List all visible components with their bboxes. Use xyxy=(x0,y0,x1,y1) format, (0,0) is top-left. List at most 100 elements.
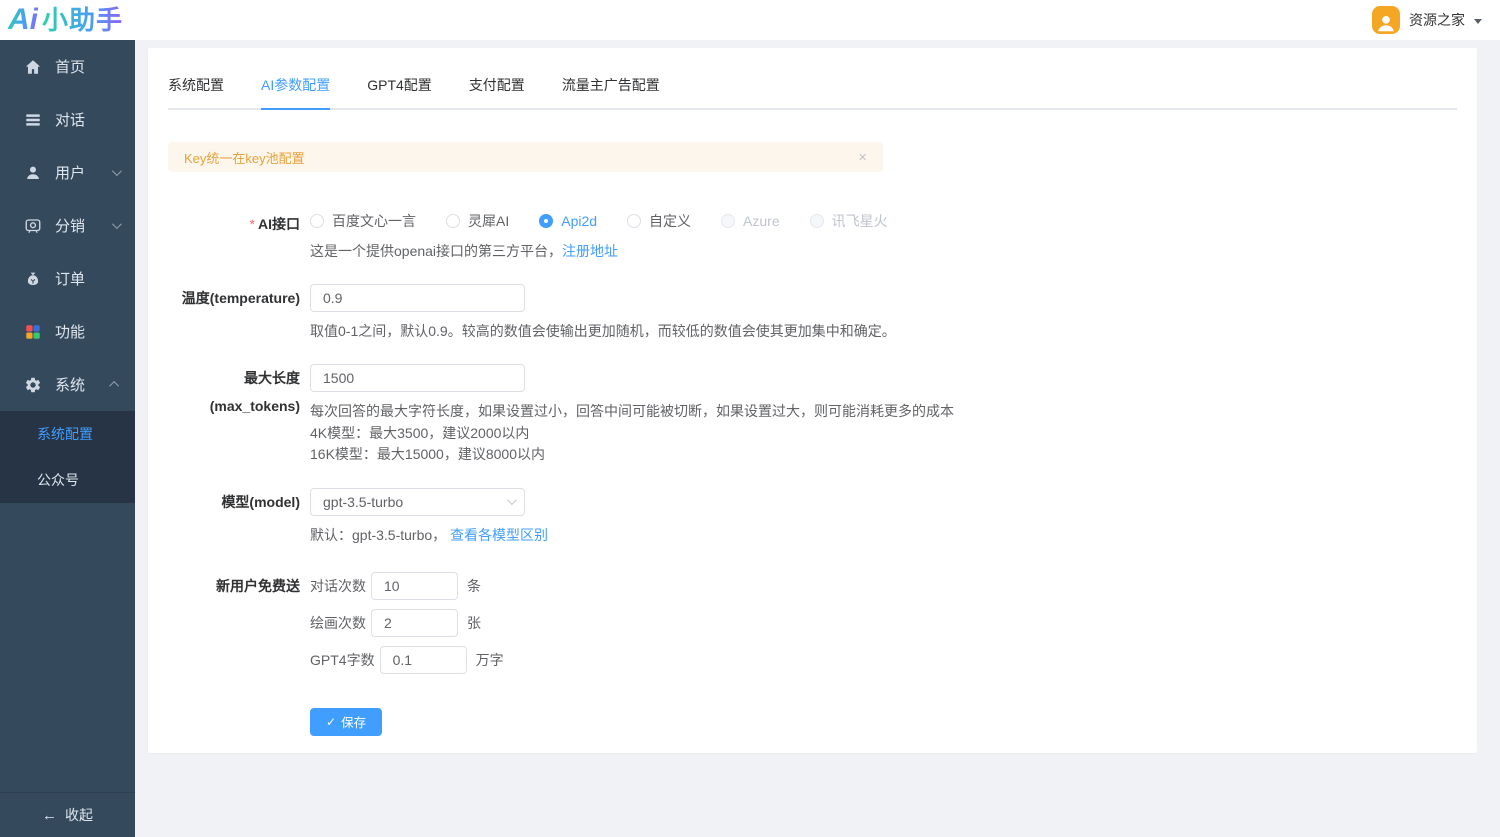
app-title: 小助手 xyxy=(42,2,123,38)
required-mark: * xyxy=(250,216,255,232)
model-select-value: gpt-3.5-turbo xyxy=(323,494,403,510)
apps-icon xyxy=(24,323,42,341)
tab-ai-params[interactable]: AI参数配置 xyxy=(261,66,330,108)
temperature-help: 取值0-1之间，默认0.9。较高的数值会使输出更加随机，而较低的数值会使其更加集… xyxy=(310,321,896,342)
logo-mark-icon: Ai xyxy=(8,2,38,38)
chevron-up-icon xyxy=(109,381,119,391)
sidebar-item-home[interactable]: 首页 xyxy=(0,40,135,93)
arrow-left-icon: ← xyxy=(42,807,57,824)
radio-baidu-wenxin[interactable]: 百度文心一言 xyxy=(310,211,416,231)
field-label: 模型(model) xyxy=(168,488,300,516)
max-tokens-input[interactable] xyxy=(310,364,525,392)
sidebar-item-label: 系统 xyxy=(55,374,85,395)
sidebar-item-label: 用户 xyxy=(55,162,85,183)
save-button-label: 保存 xyxy=(341,712,366,731)
max-tokens-help: 每次回答的最大字符长度，如果设置过小，回答中间可能被切断，如果设置过大，则可能消… xyxy=(310,401,954,466)
radio-api2d[interactable]: Api2d xyxy=(539,213,597,229)
user-icon xyxy=(24,164,42,182)
form-row-free-quota: 新用户免费送 对话次数 条 绘画次数 张 GPT4字数 xyxy=(168,572,1457,683)
top-header: Ai 小助手 资源之家 xyxy=(0,0,1500,40)
radio-circle-icon xyxy=(721,214,735,228)
form-row-max-tokens: 最大长度(max_tokens) 每次回答的最大字符长度，如果设置过小，回答中间… xyxy=(168,364,1457,466)
sidebar: 首页 对话 用户 分销 订单 功能 系统 xyxy=(0,40,135,837)
radio-xunfei-spark: 讯飞星火 xyxy=(810,211,888,231)
drawing-count-input[interactable] xyxy=(371,609,458,637)
sidebar-subitem-label: 系统配置 xyxy=(37,424,93,444)
sidebar-item-label: 功能 xyxy=(55,321,85,342)
radio-circle-icon xyxy=(810,214,824,228)
radio-custom[interactable]: 自定义 xyxy=(627,211,691,231)
form-row-ai-interface: *AI接口 百度文心一言 灵犀AI A xyxy=(168,210,1457,262)
sidebar-item-system[interactable]: 系统 xyxy=(0,358,135,411)
sidebar-subitem-official-account[interactable]: 公众号 xyxy=(0,457,135,503)
quota-row-dialog: 对话次数 条 xyxy=(310,572,504,600)
sidebar-item-label: 首页 xyxy=(55,56,85,77)
dialog-count-input[interactable] xyxy=(371,572,458,600)
sidebar-subitem-label: 公众号 xyxy=(37,470,79,490)
gpt4-words-input[interactable] xyxy=(380,646,467,674)
register-link[interactable]: 注册地址 xyxy=(562,243,618,259)
sidebar-subitem-system-config[interactable]: 系统配置 xyxy=(0,411,135,457)
gear-icon xyxy=(24,376,42,394)
chevron-down-icon xyxy=(112,219,122,229)
avatar xyxy=(1372,6,1400,34)
model-diff-link[interactable]: 查看各模型区别 xyxy=(450,527,548,543)
temperature-input[interactable] xyxy=(310,284,525,312)
form-row-temperature: 温度(temperature) 取值0-1之间，默认0.9。较高的数值会使输出更… xyxy=(168,284,1457,342)
distribution-icon xyxy=(24,217,42,235)
system-submenu: 系统配置 公众号 xyxy=(0,411,135,503)
radio-circle-icon xyxy=(627,214,641,228)
check-icon: ✓ xyxy=(326,715,336,729)
sidebar-item-users[interactable]: 用户 xyxy=(0,146,135,199)
tab-ad-config[interactable]: 流量主广告配置 xyxy=(562,66,660,108)
settings-card: 系统配置 AI参数配置 GPT4配置 支付配置 流量主广告配置 Key统一在ke… xyxy=(148,48,1477,753)
user-name: 资源之家 xyxy=(1409,10,1465,30)
user-menu[interactable]: 资源之家 xyxy=(1372,6,1482,34)
tab-system-config[interactable]: 系统配置 xyxy=(168,66,224,108)
save-button[interactable]: ✓ 保存 xyxy=(310,708,382,736)
collapse-label: 收起 xyxy=(65,805,93,825)
chevron-down-icon xyxy=(1474,19,1482,24)
ai-interface-help: 这是一个提供openai接口的第三方平台，注册地址 xyxy=(310,241,918,262)
model-help: 默认：gpt-3.5-turbo， 查看各模型区别 xyxy=(310,525,548,546)
sidebar-item-label: 订单 xyxy=(55,268,85,289)
field-label: 新用户免费送 xyxy=(168,572,300,600)
tab-gpt4-config[interactable]: GPT4配置 xyxy=(367,66,432,108)
quota-row-gpt4-words: GPT4字数 万字 xyxy=(310,646,504,674)
sidebar-item-label: 分销 xyxy=(55,215,85,236)
chevron-down-icon xyxy=(112,166,122,176)
sidebar-item-distribution[interactable]: 分销 xyxy=(0,199,135,252)
alert-banner: Key统一在key池配置 × xyxy=(168,142,883,172)
alert-text: Key统一在key池配置 xyxy=(184,148,858,167)
sidebar-item-orders[interactable]: 订单 xyxy=(0,252,135,305)
ai-interface-radio-group: 百度文心一言 灵犀AI Api2d 自定义 xyxy=(310,210,918,232)
radio-circle-icon xyxy=(539,214,553,228)
app-logo: Ai 小助手 xyxy=(8,2,123,38)
tab-payment-config[interactable]: 支付配置 xyxy=(469,66,525,108)
quota-row-drawing: 绘画次数 张 xyxy=(310,609,504,637)
field-label: *AI接口 xyxy=(168,210,300,238)
dialog-list-icon xyxy=(24,111,42,129)
form-row-model: 模型(model) gpt-3.5-turbo 默认：gpt-3.5-turbo… xyxy=(168,488,1457,546)
form-row-save: ✓ 保存 xyxy=(168,701,1457,736)
model-select[interactable]: gpt-3.5-turbo xyxy=(310,488,525,516)
sidebar-item-features[interactable]: 功能 xyxy=(0,305,135,358)
sidebar-item-dialog[interactable]: 对话 xyxy=(0,93,135,146)
close-icon[interactable]: × xyxy=(858,150,867,165)
collapse-sidebar-button[interactable]: ← 收起 xyxy=(0,792,135,837)
radio-azure: Azure xyxy=(721,213,780,229)
main-content: 系统配置 AI参数配置 GPT4配置 支付配置 流量主广告配置 Key统一在ke… xyxy=(135,40,1500,837)
radio-circle-icon xyxy=(446,214,460,228)
radio-circle-icon xyxy=(310,214,324,228)
chevron-down-icon xyxy=(507,495,517,505)
settings-form: *AI接口 百度文心一言 灵犀AI A xyxy=(168,210,1457,736)
money-bag-icon xyxy=(24,270,42,288)
sidebar-item-label: 对话 xyxy=(55,109,85,130)
radio-lingxi-ai[interactable]: 灵犀AI xyxy=(446,211,509,231)
sidebar-spacer xyxy=(0,503,135,792)
field-label: 温度(temperature) xyxy=(168,284,300,312)
home-icon xyxy=(24,58,42,76)
tab-bar: 系统配置 AI参数配置 GPT4配置 支付配置 流量主广告配置 xyxy=(168,66,1457,110)
person-icon xyxy=(1375,12,1397,34)
field-label: 最大长度(max_tokens) xyxy=(168,364,300,420)
